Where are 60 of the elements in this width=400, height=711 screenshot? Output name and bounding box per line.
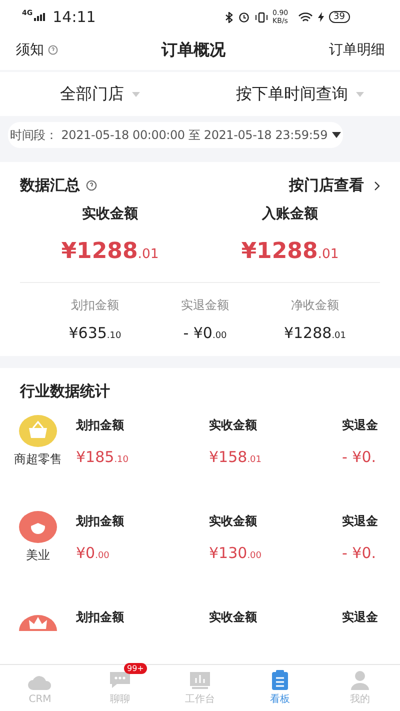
notice-link[interactable]: 须知 bbox=[16, 41, 44, 59]
charging-icon bbox=[318, 12, 324, 22]
metric-amount: - ¥0.00 bbox=[183, 324, 227, 342]
cloud-icon bbox=[27, 674, 53, 690]
caret-icon bbox=[332, 132, 341, 138]
filter-dropdown[interactable]: 全部门店 bbox=[0, 72, 200, 116]
metric-amount: ¥1288.01 bbox=[61, 239, 159, 264]
metric-label: 入账金额 bbox=[262, 205, 318, 223]
caret-icon bbox=[132, 92, 140, 96]
filter-dropdown[interactable]: 按下单时间查询 bbox=[200, 72, 400, 116]
battery-level: 39 bbox=[328, 11, 350, 23]
metric-label: 划扣金额 bbox=[76, 513, 125, 530]
status-time: 14:11 bbox=[52, 8, 96, 26]
metric-label: 实退金 bbox=[342, 513, 379, 530]
help-icon[interactable] bbox=[86, 180, 97, 191]
chart-icon bbox=[189, 671, 211, 689]
wifi-icon bbox=[298, 12, 313, 22]
metric-label: 划扣金额 bbox=[71, 297, 119, 314]
help-icon[interactable] bbox=[48, 45, 58, 55]
industry-name: 美业 bbox=[26, 547, 50, 564]
metric-label: 实收金额 bbox=[209, 513, 258, 530]
industry-name: 商超零售 bbox=[14, 451, 62, 468]
time-range-selector[interactable]: 时间段： 2021-05-18 00:00:00 至 2021-05-18 23:59:59 bbox=[8, 122, 343, 148]
clipboard-icon bbox=[271, 670, 289, 690]
metric-label: 净收金额 bbox=[291, 297, 339, 314]
metric-label: 实退金 bbox=[342, 417, 379, 434]
metric-label: 实收金额 bbox=[209, 417, 258, 434]
woman-icon bbox=[19, 511, 57, 543]
metric-amount: ¥185.10 bbox=[76, 448, 130, 466]
metric-amount: ¥1288.01 bbox=[284, 324, 346, 342]
basket-icon bbox=[19, 415, 57, 447]
chevron-right-icon bbox=[374, 180, 380, 190]
view-by-store-link[interactable]: 按门店查看 bbox=[289, 176, 380, 195]
order-details-link[interactable]: 订单明细 bbox=[329, 41, 385, 59]
metric-amount: - ¥0. bbox=[342, 544, 378, 562]
metric-label: 划扣金额 bbox=[76, 609, 125, 626]
nav-tab[interactable]: 99+ 聊聊 bbox=[80, 665, 160, 711]
metric-amount: ¥130.00 bbox=[209, 544, 263, 562]
metric-label: 实收金额 bbox=[82, 205, 138, 223]
metric-amount: ¥158.01 bbox=[209, 448, 263, 466]
bluetooth-icon bbox=[224, 12, 233, 22]
vibrate-icon bbox=[254, 12, 268, 22]
person-icon bbox=[350, 670, 370, 690]
chat-icon bbox=[108, 671, 132, 689]
page-title: 订单概况 bbox=[162, 40, 226, 60]
metric-label: 实退金额 bbox=[181, 297, 229, 314]
signal-icon bbox=[34, 13, 46, 21]
metric-amount: ¥0.00 bbox=[76, 544, 110, 562]
metric-label: 实退金 bbox=[342, 609, 379, 626]
metric-amount: ¥1288.01 bbox=[241, 239, 339, 264]
alarm-icon bbox=[238, 11, 250, 23]
caret-icon bbox=[356, 92, 364, 96]
metric-label: 划扣金额 bbox=[76, 417, 125, 434]
section-title: 行业数据统计 bbox=[20, 382, 111, 401]
metric-label: 实收金额 bbox=[209, 609, 258, 626]
unread-badge: 99+ bbox=[124, 663, 147, 674]
metric-amount: - ¥0. bbox=[342, 448, 378, 466]
section-title: 数据汇总 bbox=[20, 176, 80, 195]
nav-tab[interactable]: 看板 bbox=[240, 665, 320, 711]
metric-amount: ¥635.10 bbox=[68, 324, 122, 342]
